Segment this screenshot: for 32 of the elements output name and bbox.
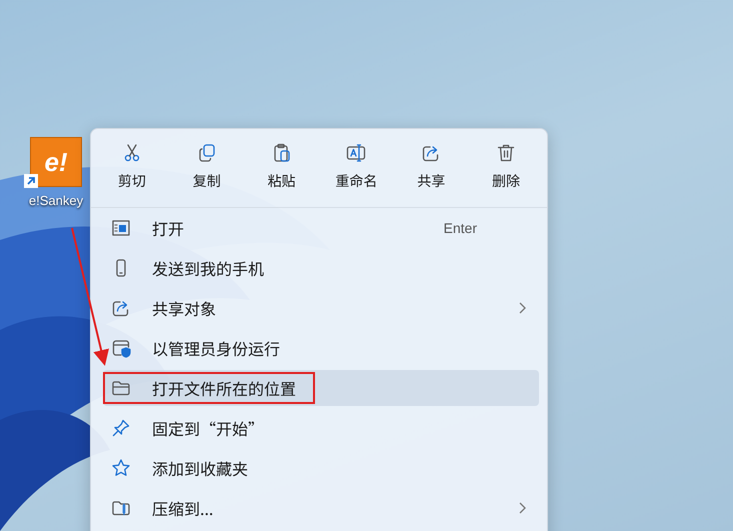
menu-item[interactable]: 以管理员身份运行 — [103, 330, 539, 366]
shortcut-arrow-icon — [24, 174, 38, 188]
menu-item-label: 发送到我的手机 — [152, 256, 264, 280]
trash-icon — [496, 143, 516, 163]
menu-item-label: 压缩到... — [152, 496, 214, 520]
menu-item-label: 打开 — [152, 216, 184, 240]
clipboard-icon — [272, 143, 292, 163]
scissors-button[interactable]: 剪切 — [97, 139, 167, 195]
menu-item-label: 打开文件所在的位置 — [152, 376, 296, 400]
shortcut-hint: Enter — [444, 220, 477, 236]
menu-item-label: 固定到“开始” — [152, 416, 264, 440]
menu-item[interactable]: 固定到“开始” — [103, 410, 539, 446]
trash-button[interactable]: 删除 — [471, 139, 541, 195]
rename-button[interactable]: 重命名 — [321, 139, 392, 195]
menu-item[interactable]: 打开 Enter — [103, 210, 539, 246]
menu-item-label: 添加到收藏夹 — [152, 456, 248, 480]
copy-button[interactable]: 复制 — [172, 139, 242, 195]
share-button[interactable]: 共享 — [396, 139, 466, 195]
shield-window-icon — [111, 338, 131, 358]
window-icon — [111, 218, 131, 238]
menu-item[interactable]: 添加到收藏夹 — [103, 450, 539, 486]
clipboard-button[interactable]: 粘贴 — [246, 139, 316, 195]
menu-item[interactable]: 共享对象 — [103, 290, 539, 326]
menu-item[interactable]: 发送到我的手机 — [103, 250, 539, 286]
menu-item-label: 共享对象 — [152, 296, 216, 320]
copy-icon — [196, 143, 217, 163]
star-icon — [111, 458, 131, 478]
menu-item[interactable]: 打开文件所在的位置 — [103, 370, 539, 406]
menu-item[interactable]: 压缩到... — [103, 490, 539, 526]
menu-item-label: 以管理员身份运行 — [152, 336, 280, 360]
pin-icon — [111, 418, 131, 438]
rename-icon — [346, 143, 366, 163]
